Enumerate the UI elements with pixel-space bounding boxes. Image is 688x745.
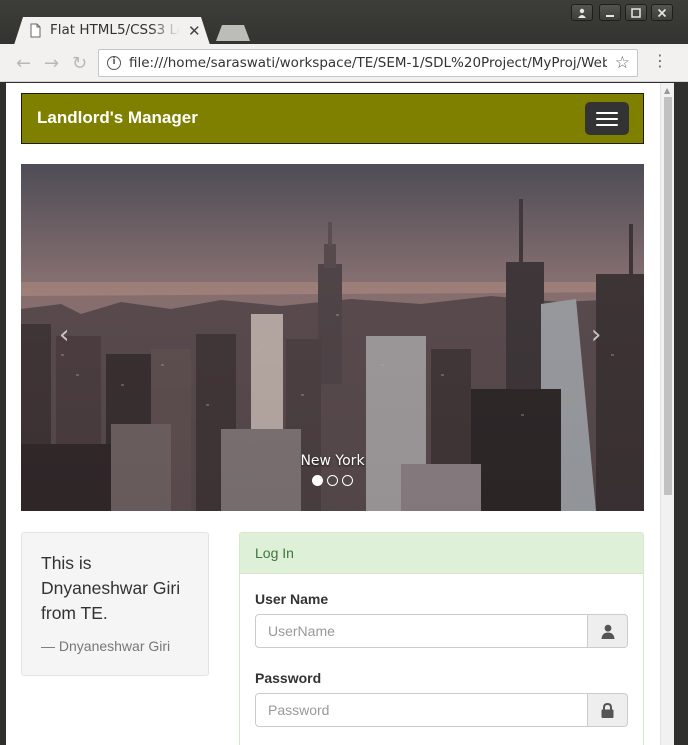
browser-menu-icon[interactable]: ⋮ xyxy=(652,53,668,69)
quote-well: This is Dnyaneshwar Giri from TE. — Dnya… xyxy=(21,532,209,676)
password-input-group xyxy=(255,693,628,727)
menu-bar-icon xyxy=(596,112,618,114)
carousel-indicators xyxy=(21,475,644,486)
scroll-thumb[interactable] xyxy=(664,97,672,495)
close-window-icon[interactable] xyxy=(651,4,673,21)
menu-bar-icon xyxy=(596,118,618,120)
username-input[interactable] xyxy=(255,614,588,648)
carousel-indicator-dot[interactable] xyxy=(327,475,338,486)
carousel-indicator-dot[interactable] xyxy=(342,475,353,486)
info-icon[interactable]: i xyxy=(107,56,121,70)
scroll-up-icon[interactable]: ▲ xyxy=(664,86,670,95)
maximize-icon[interactable] xyxy=(625,4,647,21)
profile-icon[interactable] xyxy=(571,4,593,21)
forward-icon[interactable]: → xyxy=(44,53,59,74)
new-tab-button[interactable] xyxy=(216,25,250,41)
username-addon xyxy=(587,614,628,648)
login-panel: Log In User Name Password xyxy=(239,532,644,745)
navbar: Landlord's Manager xyxy=(21,93,644,144)
carousel-prev-icon[interactable]: ‹ xyxy=(59,320,69,350)
minimize-icon[interactable] xyxy=(599,4,621,21)
password-input[interactable] xyxy=(255,693,588,727)
password-label: Password xyxy=(255,670,322,686)
reload-icon[interactable]: ↻ xyxy=(72,53,87,74)
bookmark-star-icon[interactable]: ☆ xyxy=(615,53,630,73)
password-addon xyxy=(587,693,628,727)
login-panel-title: Log In xyxy=(255,545,294,561)
carousel-indicator-dot[interactable] xyxy=(312,475,323,486)
user-icon xyxy=(601,624,615,639)
page-viewport: Landlord's Manager ‹ › New York This is … xyxy=(6,83,674,745)
carousel: ‹ › New York xyxy=(21,164,644,511)
address-bar[interactable]: i file:///home/saraswati/workspace/TE/SE… xyxy=(98,49,638,77)
page-scrollbar[interactable]: ▲ xyxy=(660,83,674,745)
username-input-group xyxy=(255,614,628,648)
navbar-toggle-button[interactable] xyxy=(585,102,629,135)
url-text[interactable]: file:///home/saraswati/workspace/TE/SEM-… xyxy=(129,55,607,71)
carousel-caption: New York xyxy=(300,453,365,469)
menu-bar-icon xyxy=(596,124,618,126)
login-panel-heading: Log In xyxy=(240,533,643,574)
carousel-next-icon[interactable]: › xyxy=(591,320,601,350)
lock-icon xyxy=(601,703,614,718)
title-bar: Flat HTML5/CSS3 Login ✕ xyxy=(0,0,688,45)
navbar-brand[interactable]: Landlord's Manager xyxy=(37,108,198,128)
browser-toolbar: ← → ↻ i file:///home/saraswati/workspace… xyxy=(0,44,688,82)
username-label: User Name xyxy=(255,591,329,607)
tab-title: Flat HTML5/CSS3 Login xyxy=(50,22,180,38)
quote-text: This is Dnyaneshwar Giri from TE. xyxy=(41,553,181,623)
browser-window: Flat HTML5/CSS3 Login ✕ ← → ↻ i file:///… xyxy=(0,0,688,745)
back-icon[interactable]: ← xyxy=(16,53,31,74)
document-icon xyxy=(30,23,41,38)
quote-footer: — Dnyaneshwar Giri xyxy=(41,638,171,654)
tab-close-icon[interactable]: ✕ xyxy=(188,22,201,40)
